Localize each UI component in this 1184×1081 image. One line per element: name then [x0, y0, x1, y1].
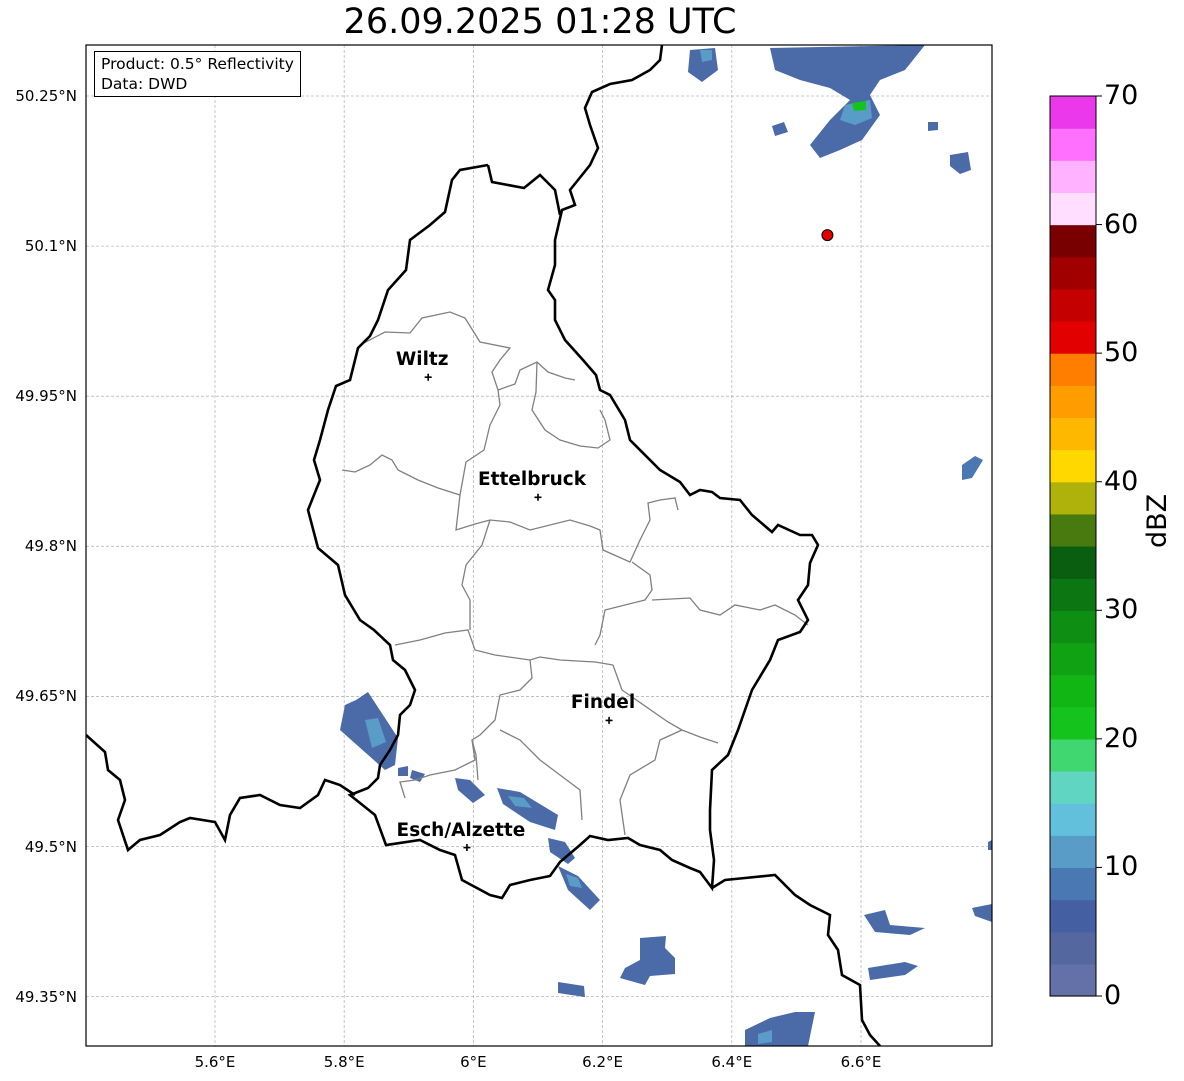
colorbar-label: dBZ [1142, 493, 1173, 548]
colorbar-segment [1050, 610, 1096, 644]
lat-tick-label: 49.8°N [24, 537, 77, 556]
radar-echo [700, 50, 712, 62]
colorbar-segment [1050, 160, 1096, 194]
lat-tick-label: 50.1°N [24, 237, 77, 256]
colorbar-segment [1050, 96, 1096, 129]
lon-tick-label: 6.2°E [582, 1053, 624, 1071]
colorbar [1049, 95, 1097, 997]
lon-tick-label: 5.6°E [194, 1053, 236, 1071]
lat-tick-label: 49.35°N [15, 987, 77, 1006]
colorbar-segment [1050, 321, 1096, 354]
lon-tick-label: 5.8°E [323, 1053, 365, 1071]
colorbar-segment [1050, 803, 1096, 836]
colorbar-segment [1050, 417, 1096, 451]
radar-map [85, 44, 1102, 1047]
radar-site-marker [821, 229, 834, 242]
colorbar-segment [1050, 192, 1096, 226]
colorbar-tick-label: 40 [1104, 465, 1139, 497]
colorbar-tick-label: 10 [1104, 851, 1139, 883]
map-background [86, 45, 992, 1046]
colorbar-segment [1050, 578, 1096, 611]
colorbar-segment [1050, 546, 1096, 579]
city-label: Esch/Alzette [396, 819, 526, 841]
colorbar-tick-label: 20 [1104, 722, 1139, 754]
colorbar-tick-label: 30 [1104, 594, 1139, 626]
product-label: Product: 0.5° Reflectivity [101, 55, 294, 73]
lat-tick-label: 49.95°N [15, 387, 77, 406]
colorbar-segment [1050, 642, 1096, 676]
colorbar-segment [1050, 288, 1096, 322]
colorbar-segment [1050, 867, 1096, 901]
colorbar-segment [1050, 385, 1096, 419]
colorbar-tick-label: 50 [1104, 337, 1139, 369]
colorbar-segment [1050, 706, 1096, 740]
colorbar-segment [1050, 899, 1096, 933]
colorbar-segment [1050, 738, 1096, 772]
radar-echo [928, 122, 938, 131]
city-label: Findel [570, 692, 636, 714]
colorbar-segment [1050, 963, 1096, 997]
colorbar-segment [1050, 481, 1096, 515]
colorbar-segment [1050, 835, 1096, 869]
lon-tick-label: 6.4°E [711, 1053, 753, 1071]
colorbar-tick-label: 70 [1104, 79, 1139, 111]
lon-tick-label: 6.6°E [840, 1053, 882, 1071]
colorbar-segment [1050, 513, 1096, 547]
colorbar-tick-label: 0 [1104, 979, 1122, 1011]
product-info-box: Product: 0.5° Reflectivity Data: DWD [94, 51, 301, 97]
lon-tick-label: 6°E [460, 1053, 487, 1071]
colorbar-segment [1050, 256, 1096, 290]
city-label: Ettelbruck [477, 469, 587, 491]
colorbar-segment [1050, 771, 1096, 804]
colorbar-tick-label: 60 [1104, 208, 1139, 240]
lat-tick-label: 50.25°N [15, 87, 77, 105]
city-label: Wiltz [395, 349, 449, 371]
data-source-label: Data: DWD [101, 75, 188, 93]
colorbar-segment [1050, 224, 1096, 258]
colorbar-ticks [1096, 95, 1102, 997]
lat-tick-label: 49.65°N [15, 687, 77, 706]
colorbar-segment [1050, 353, 1096, 386]
lat-tick-label: 49.5°N [24, 837, 77, 856]
colorbar-segment [1050, 449, 1096, 483]
colorbar-segment [1050, 674, 1096, 708]
colorbar-segment [1050, 128, 1096, 161]
colorbar-segment [1050, 931, 1096, 965]
